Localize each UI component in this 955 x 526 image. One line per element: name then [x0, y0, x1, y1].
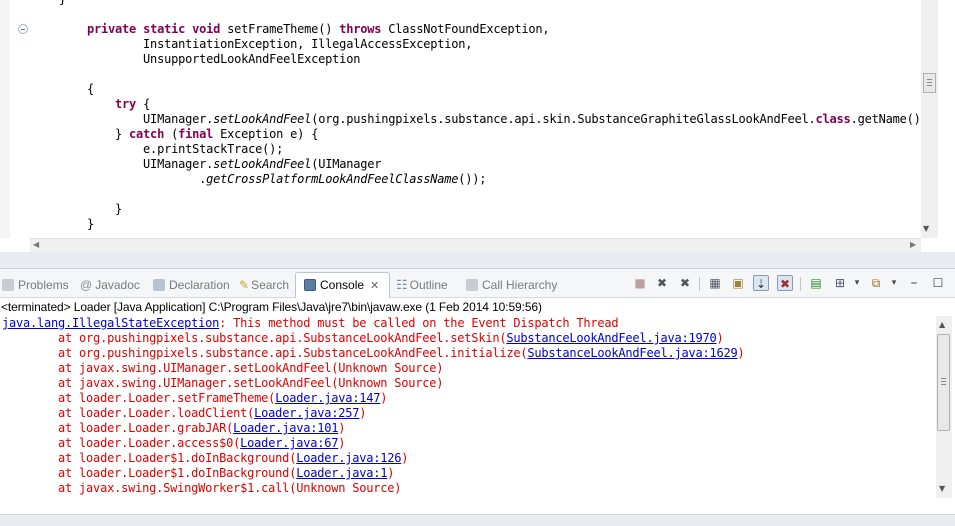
pin-console-icon[interactable]: ▤: [808, 275, 824, 291]
code-line[interactable]: UnsupportedLookAndFeelException: [59, 52, 360, 67]
stack-frame-line: at org.pushingpixels.substance.api.Subst…: [2, 346, 745, 360]
tab-label: Call Hierarchy: [482, 278, 558, 292]
editor-scroll-down-icon[interactable]: ▼: [923, 224, 929, 233]
scroll-down-icon[interactable]: ▼: [939, 484, 945, 493]
tab-label: Outline: [409, 278, 448, 292]
stack-frame-line: at javax.swing.UIManager.setLookAndFeel(…: [2, 361, 444, 375]
scroll-left-icon[interactable]: ◀: [33, 240, 39, 249]
source-link[interactable]: Loader.java:147: [275, 391, 380, 405]
console-icon: [304, 279, 316, 291]
source-link[interactable]: Loader.java:101: [233, 421, 338, 435]
terminate-icon[interactable]: ■: [632, 275, 648, 291]
console-process-label: <terminated> Loader [Java Application] C…: [1, 300, 542, 314]
minimize-icon[interactable]: –: [906, 275, 922, 291]
source-link[interactable]: Loader.java:67: [240, 436, 338, 450]
tab-label: Javadoc: [95, 278, 140, 292]
code-line[interactable]: private static void setFrameTheme() thro…: [59, 22, 550, 37]
display-console-icon[interactable]: ⊞: [832, 275, 848, 291]
clear-console-icon[interactable]: ▦: [707, 275, 723, 291]
code-line[interactable]: try {: [59, 97, 150, 112]
fold-collapse-icon[interactable]: [18, 24, 28, 34]
tab-label: Declaration: [169, 278, 230, 292]
stack-frame-line: at loader.Loader$1.doInBackground(Loader…: [2, 451, 409, 465]
code-area[interactable]: } private static void setFrameTheme() th…: [59, 0, 921, 238]
tab-console[interactable]: Console ✕: [304, 277, 379, 293]
javadoc-icon: @: [80, 278, 93, 292]
code-line[interactable]: }: [59, 0, 66, 7]
lock-icon[interactable]: ▣: [730, 275, 746, 291]
code-line[interactable]: e.printStackTrace();: [59, 142, 283, 157]
toolbar-separator: [699, 277, 700, 291]
code-line[interactable]: }: [59, 217, 94, 232]
tab-outline[interactable]: ☷ Outline: [396, 277, 448, 293]
toolbar-separator: [800, 277, 801, 291]
code-line[interactable]: }: [59, 202, 122, 217]
maximize-icon[interactable]: ☐: [930, 275, 946, 291]
scroll-up-icon[interactable]: ▲: [939, 320, 945, 329]
source-link[interactable]: Loader.java:1: [296, 466, 387, 480]
stack-frame-line: at loader.Loader.access$0(Loader.java:67…: [2, 436, 346, 450]
scroll-lock-icon[interactable]: ⇣: [753, 275, 769, 291]
editor-vertical-scrollbar[interactable]: [921, 0, 938, 238]
exception-line: java.lang.IllegalStateException: This me…: [2, 316, 619, 331]
remove-all-launches-icon[interactable]: ✖: [677, 275, 693, 291]
source-link[interactable]: Loader.java:257: [254, 406, 359, 420]
declaration-icon: [153, 279, 165, 291]
code-line[interactable]: UIManager.setLookAndFeel(UIManager: [59, 157, 381, 172]
editor-ruler: [0, 0, 10, 238]
console-scroll-thumb[interactable]: [937, 334, 950, 431]
open-console-icon[interactable]: ⧉: [868, 275, 884, 291]
code-editor[interactable]: } private static void setFrameTheme() th…: [0, 0, 955, 252]
source-link[interactable]: Loader.java:126: [296, 451, 401, 465]
scroll-right-icon[interactable]: ▶: [910, 240, 916, 249]
exception-class-link[interactable]: java.lang.IllegalStateException: [2, 316, 219, 330]
outline-icon: ☷: [396, 277, 408, 292]
tab-search[interactable]: ✎ Search: [239, 277, 289, 293]
exception-message: : This method must be called on the Even…: [219, 316, 619, 330]
code-line[interactable]: {: [59, 82, 94, 97]
code-line[interactable]: UIManager.setLookAndFeel(org.pushingpixe…: [59, 112, 921, 127]
close-icon[interactable]: ✕: [370, 280, 379, 292]
chevron-down-icon[interactable]: ▾: [849, 275, 865, 291]
status-strip: [0, 514, 955, 526]
tab-label: Search: [251, 278, 290, 292]
view-sash[interactable]: [0, 252, 955, 268]
problems-icon: [2, 279, 14, 291]
tab-label: Console: [320, 278, 365, 292]
editor-scroll-thumb[interactable]: [923, 73, 936, 93]
stack-frame-line: at org.pushingpixels.substance.api.Subst…: [2, 331, 724, 345]
stack-frame-line: at javax.swing.UIManager.setLookAndFeel(…: [2, 376, 444, 390]
tab-problems[interactable]: Problems: [2, 277, 69, 293]
tab-label: Problems: [18, 278, 69, 292]
code-line[interactable]: InstantiationException, IllegalAccessExc…: [59, 37, 472, 52]
editor-horizontal-scrollbar[interactable]: [30, 238, 921, 252]
code-line[interactable]: } catch (final Exception e) {: [59, 127, 318, 142]
stack-frame-line: at javax.swing.SwingWorker$1.call(Unknow…: [2, 481, 402, 495]
stack-frame-line: at loader.Loader.setFrameTheme(Loader.ja…: [2, 391, 388, 405]
tab-call-hierarchy[interactable]: Call Hierarchy: [466, 277, 557, 293]
search-icon: ✎: [239, 278, 250, 292]
stack-frame-line: at loader.Loader.loadClient(Loader.java:…: [2, 406, 367, 420]
stack-frame-line: at loader.Loader$1.doInBackground(Loader…: [2, 466, 395, 480]
source-link[interactable]: SubstanceLookAndFeel.java:1629: [527, 346, 737, 360]
call-hierarchy-icon: [466, 279, 478, 291]
source-link[interactable]: SubstanceLookAndFeel.java:1970: [506, 331, 716, 345]
view-menu-icon[interactable]: ▾: [886, 275, 902, 291]
tab-javadoc[interactable]: @ Javadoc: [80, 277, 140, 293]
word-wrap-icon[interactable]: ✖: [777, 275, 793, 291]
remove-launch-icon[interactable]: ✖: [654, 275, 670, 291]
tab-declaration[interactable]: Declaration: [153, 277, 230, 293]
stack-frame-line: at loader.Loader.grabJAR(Loader.java:101…: [2, 421, 346, 435]
code-line[interactable]: .getCrossPlatformLookAndFeelClassName())…: [59, 172, 486, 187]
console-output[interactable]: java.lang.IllegalStateException: This me…: [0, 316, 936, 498]
